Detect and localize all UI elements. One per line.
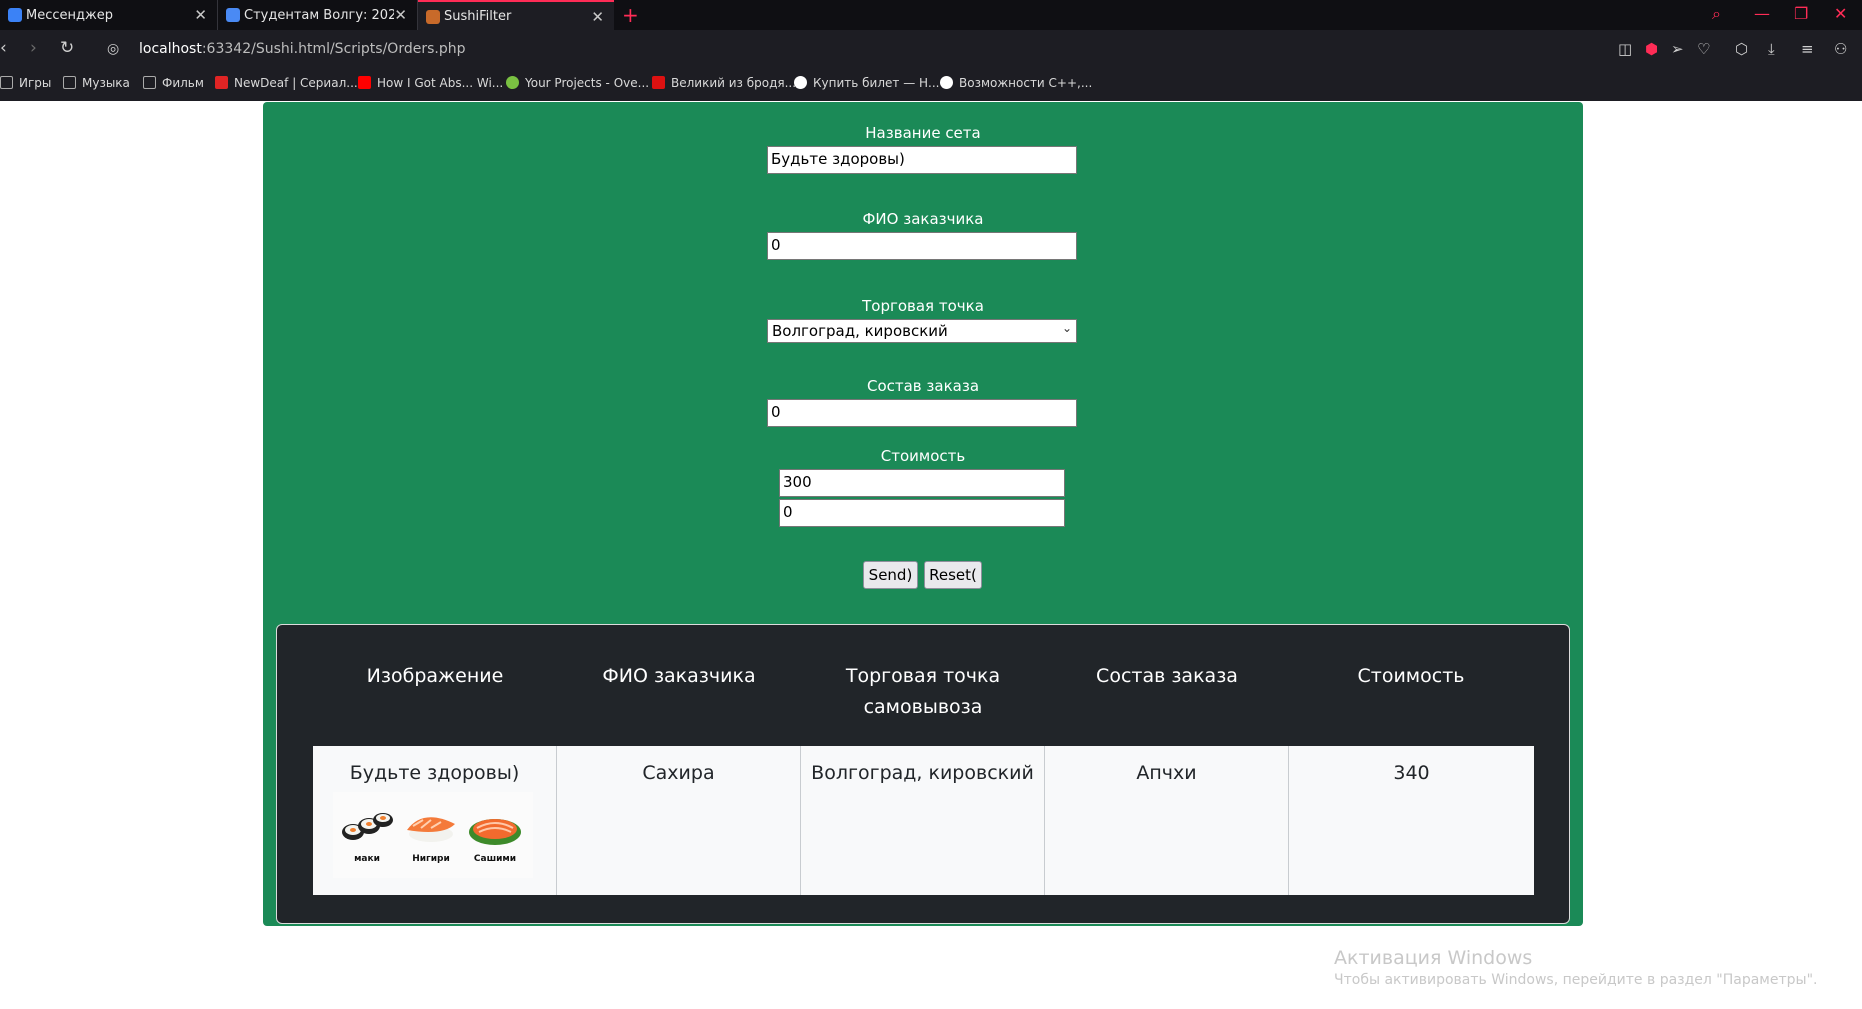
nigiri-caption: Нигири [412, 854, 450, 864]
close-icon[interactable]: ✕ [394, 6, 407, 24]
header-customer: ФИО заказчика [602, 665, 756, 687]
price-label: Стоимость [880, 447, 966, 465]
bookmark-music[interactable]: Музыка [63, 76, 130, 90]
bookmark-games[interactable]: Игры [0, 76, 51, 90]
composition-label: Состав заказа [866, 377, 980, 395]
tab-sushifilter[interactable]: SushiFilter ✕ [418, 0, 614, 30]
windows-activation-title: Активация Windows [1334, 947, 1533, 969]
document-icon [226, 8, 240, 22]
customer-input[interactable]: 0 [767, 232, 1077, 260]
price-input[interactable]: 300 [779, 469, 1065, 497]
tab-label: Студентам Волгу: 2023/20 [244, 7, 394, 23]
cell-composition: Апчхи [1045, 746, 1289, 895]
close-window-icon[interactable]: ✕ [1834, 4, 1847, 23]
sushi-favicon-icon [426, 10, 440, 24]
forward-icon[interactable]: › [30, 38, 37, 58]
tab-messenger[interactable]: Мессенджер ✕ [0, 0, 218, 30]
shop-select-value: Волгоград, кировский [772, 322, 948, 340]
windows-activation-subtitle: Чтобы активировать Windows, перейдите в … [1334, 972, 1818, 988]
bookmark-youtube[interactable]: How I Got Abs... Wi... [358, 76, 503, 90]
box-icon[interactable]: ⬡ [1735, 40, 1748, 58]
heart-icon[interactable]: ♡ [1697, 40, 1710, 58]
folder-icon [63, 76, 76, 89]
header-price: Стоимость [1357, 665, 1465, 687]
set-title: Будьте здоровы) [349, 762, 520, 784]
bookmark-ticket[interactable]: Купить билет — Н... [794, 76, 939, 90]
shield-icon[interactable]: ⬢ [1645, 40, 1658, 58]
reload-icon[interactable]: ↻ [60, 38, 74, 58]
orders-table: Изображение ФИО заказчика Торговая точка… [276, 624, 1570, 924]
url-field[interactable]: localhost:63342/Sushi.html/Scripts/Order… [139, 41, 465, 57]
table-row: Будьте здоровы) маки Нигири Сашими Сахир… [313, 746, 1534, 895]
download-icon[interactable]: ⤓ [1768, 40, 1775, 58]
bookmark-cpp[interactable]: Возможности C++,... [940, 76, 1092, 90]
camera-icon[interactable]: ◫ [1618, 40, 1632, 58]
cell-image: Будьте здоровы) маки Нигири Сашими [313, 746, 557, 895]
tab-bar: Мессенджер ✕ Студентам Волгу: 2023/20 ✕ … [0, 0, 1862, 30]
messenger-icon [8, 8, 22, 22]
price-input-secondary[interactable]: 0 [779, 499, 1065, 527]
maki-icon [342, 813, 393, 840]
tab-label: SushiFilter [444, 8, 512, 24]
bookmark-projects[interactable]: Your Projects - Ove... [506, 76, 649, 90]
folder-icon [143, 76, 156, 89]
menu-icon[interactable]: ≡ [1801, 40, 1814, 58]
medium-icon [940, 76, 953, 89]
tab-students[interactable]: Студентам Волгу: 2023/20 ✕ [218, 0, 418, 30]
close-icon[interactable]: ✕ [591, 8, 604, 26]
newdeaf-icon [215, 76, 228, 89]
shop-select[interactable]: Волгоград, кировский ⌄ [767, 319, 1077, 343]
customer-label: ФИО заказчика [862, 210, 984, 228]
header-shop: Торговая точка самовывоза [845, 665, 1001, 718]
tab-label: Мессенджер [26, 7, 113, 23]
folder-icon [0, 76, 13, 89]
projects-icon [506, 76, 519, 89]
close-icon[interactable]: ✕ [194, 6, 207, 24]
reset-button[interactable]: Reset( [924, 561, 982, 589]
composition-input[interactable]: 0 [767, 399, 1077, 427]
sashimi-icon [469, 819, 521, 845]
bookmark-velikiy[interactable]: Великий из бродя... [652, 76, 796, 90]
send-icon[interactable]: ➢ [1671, 40, 1684, 58]
maki-caption: маки [354, 854, 380, 864]
send-button[interactable]: Send) [863, 561, 918, 589]
velikiy-icon [652, 76, 665, 89]
set-name-input[interactable]: Будьте здоровы) [767, 146, 1077, 174]
new-tab-icon[interactable]: + [622, 3, 639, 27]
account-icon[interactable]: ⚇ [1834, 40, 1847, 58]
bookmark-film[interactable]: Фильм [143, 76, 204, 90]
back-icon[interactable]: ‹ [0, 38, 7, 58]
sashimi-caption: Сашими [473, 854, 517, 864]
chevron-down-icon: ⌄ [1061, 321, 1072, 335]
cell-price: 340 [1393, 762, 1430, 784]
search-icon[interactable]: ⌕ [1712, 4, 1721, 24]
youtube-icon [358, 76, 371, 89]
minimize-icon[interactable]: — [1754, 4, 1770, 23]
set-name-label: Название сета [865, 124, 981, 142]
site-info-icon[interactable]: ◎ [107, 41, 119, 57]
restore-icon[interactable]: ❐ [1794, 4, 1808, 23]
nigiri-icon [407, 817, 455, 842]
order-panel: Название сета Будьте здоровы) ФИО заказч… [263, 102, 1583, 926]
h-icon [794, 76, 807, 89]
cell-customer: Сахира [557, 746, 801, 895]
cell-shop: Волгоград, кировский [801, 746, 1045, 895]
bookmark-newdeaf[interactable]: NewDeaf | Сериал... [215, 76, 358, 90]
header-composition: Состав заказа [1096, 665, 1238, 687]
header-image: Изображение [366, 665, 504, 687]
sushi-image: маки Нигири Сашими [333, 792, 533, 878]
shop-label: Торговая точка [862, 297, 984, 315]
